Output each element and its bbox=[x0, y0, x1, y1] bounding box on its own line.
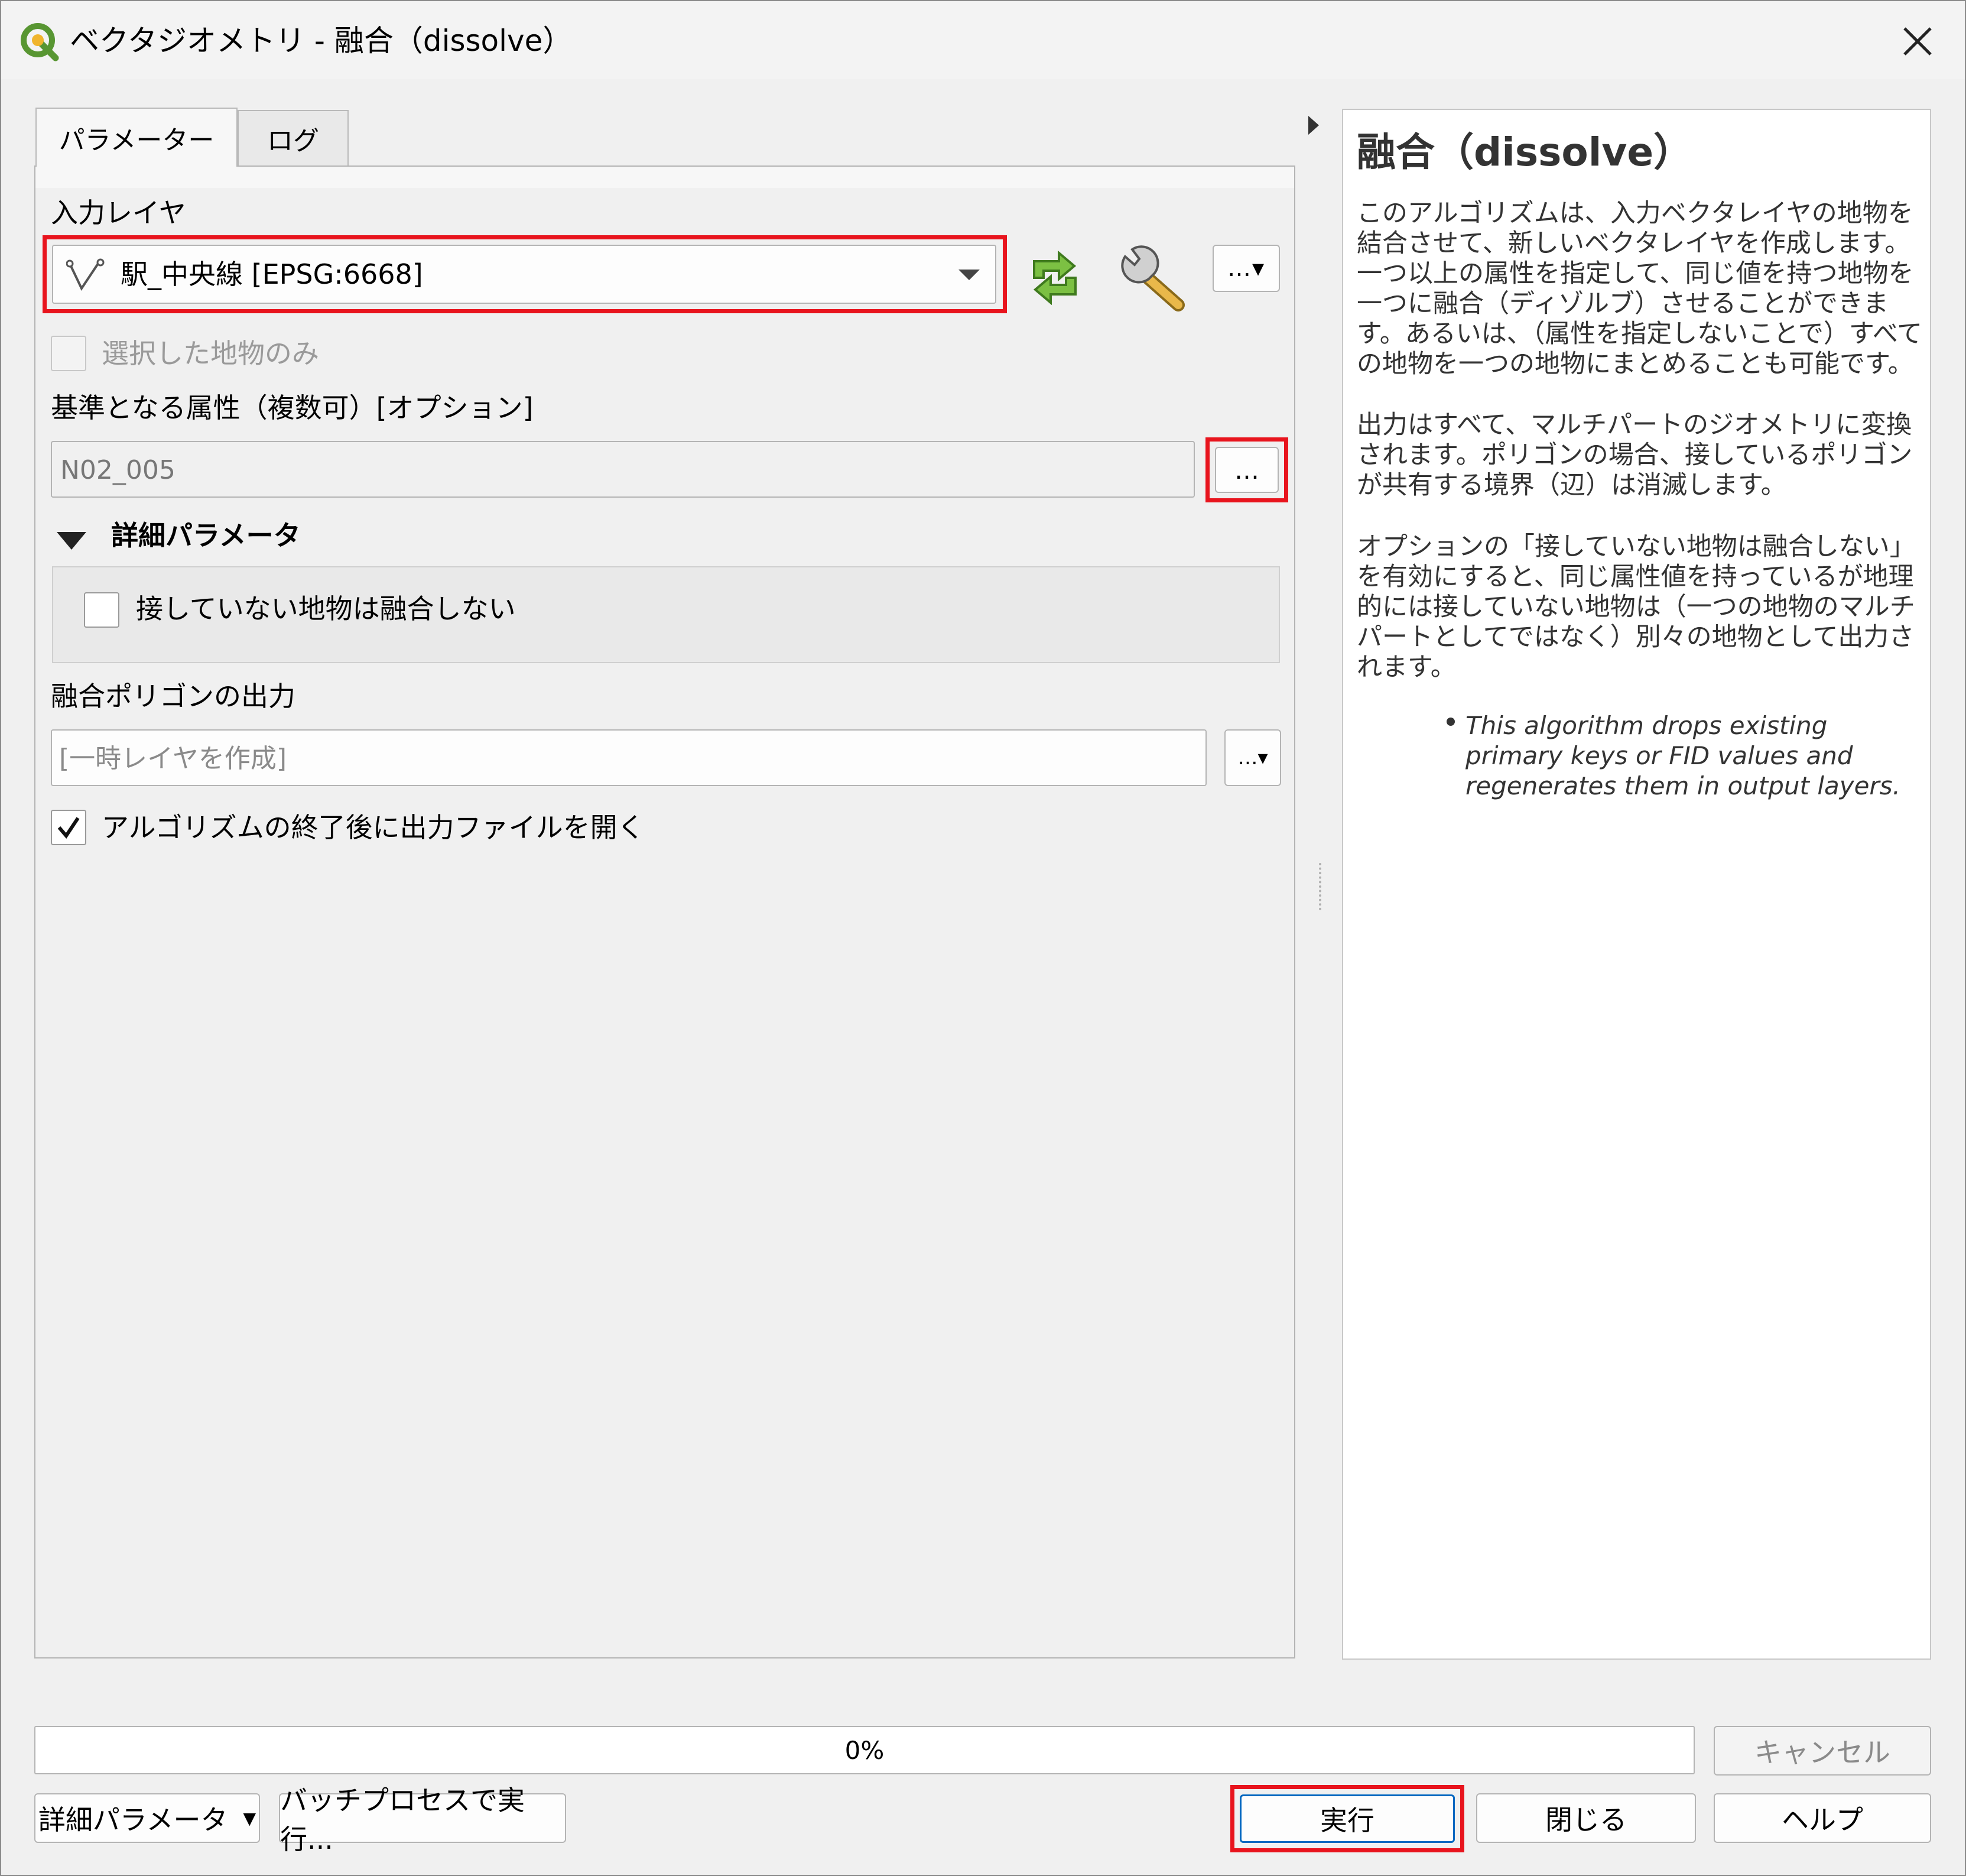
ellipsis-icon: … bbox=[1234, 455, 1259, 485]
input-layer-label: 入力レイヤ bbox=[51, 197, 186, 229]
advanced-menu-label: 詳細パラメータ bbox=[38, 1804, 228, 1836]
bullet-icon bbox=[1447, 718, 1455, 726]
input-layer-value: 駅_中央線 [EPSG:6668] bbox=[121, 258, 423, 290]
keep-disjoint-checkbox[interactable] bbox=[84, 592, 119, 628]
ellipsis-dropdown-icon: …▾ bbox=[1237, 746, 1268, 770]
batch-process-button[interactable]: バッチプロセスで実行... bbox=[279, 1784, 566, 1855]
select-fields-button[interactable]: … bbox=[1215, 447, 1279, 493]
chevron-down-icon: ▼ bbox=[243, 1808, 256, 1828]
help-note: This algorithm drops existing primary ke… bbox=[1465, 711, 1900, 800]
tab-parameters[interactable]: パラメーター bbox=[35, 108, 238, 167]
open-output-checkbox[interactable] bbox=[51, 810, 86, 845]
output-options-button[interactable]: …▾ bbox=[1224, 729, 1281, 786]
selected-only-label: 選択した地物のみ bbox=[102, 337, 319, 369]
output-path-input[interactable]: [一時レイヤを作成] bbox=[51, 729, 1207, 786]
progress-label: 0% bbox=[844, 1735, 885, 1765]
run-button[interactable]: 実行 bbox=[1240, 1794, 1455, 1843]
checkmark-icon bbox=[57, 817, 80, 839]
iterate-over-features-icon[interactable] bbox=[1022, 248, 1087, 307]
advanced-menu-button[interactable]: 詳細パラメータ ▼ bbox=[34, 1793, 260, 1843]
help-button[interactable]: ヘルプ bbox=[1714, 1793, 1931, 1843]
dissolve-fields-label: 基準となる属性（複数可）[オプション] bbox=[51, 392, 534, 424]
dissolve-fields-input[interactable]: N02_005 bbox=[51, 441, 1195, 498]
line-layer-icon bbox=[66, 258, 113, 296]
output-placeholder: [一時レイヤを作成] bbox=[59, 744, 287, 774]
chevron-down-icon bbox=[957, 268, 981, 284]
close-icon bbox=[1903, 27, 1932, 56]
close-dialog-button[interactable]: 閉じる bbox=[1476, 1793, 1696, 1843]
help-paragraph: このアルゴリズムは、入力ベクタレイヤの地物を結合させて、新しいベクタレイヤを作成… bbox=[1357, 199, 1923, 379]
parameters-panel bbox=[34, 165, 1295, 1658]
cancel-button[interactable]: キャンセル bbox=[1714, 1726, 1931, 1776]
tab-log[interactable]: ログ bbox=[238, 110, 349, 165]
open-output-label: アルゴリズムの終了後に出力ファイルを開く bbox=[102, 812, 645, 843]
progress-bar: 0% bbox=[34, 1726, 1695, 1774]
input-layer-combo[interactable]: 駅_中央線 [EPSG:6668] bbox=[52, 245, 996, 304]
qgis-logo-icon bbox=[20, 22, 59, 61]
collapse-help-arrow-icon[interactable] bbox=[1306, 113, 1321, 139]
advanced-section-title[interactable]: 詳細パラメータ bbox=[111, 518, 301, 553]
close-window-button[interactable] bbox=[1891, 18, 1944, 65]
dissolve-fields-value: N02_005 bbox=[60, 455, 176, 485]
selected-only-checkbox[interactable] bbox=[51, 336, 86, 371]
window-title: ベクタジオメトリ - 融合（dissolve） bbox=[70, 24, 573, 58]
wrench-icon[interactable] bbox=[1117, 244, 1188, 314]
output-label: 融合ポリゴンの出力 bbox=[51, 680, 295, 712]
splitter-handle[interactable] bbox=[1319, 863, 1322, 910]
collapse-triangle-icon[interactable] bbox=[56, 531, 87, 553]
input-layer-options-button[interactable]: …▾ bbox=[1213, 245, 1280, 292]
keep-disjoint-label: 接していない地物は融合しない bbox=[136, 593, 516, 625]
help-title: 融合（dissolve） bbox=[1357, 129, 1693, 175]
panel-header-strip bbox=[35, 167, 1294, 188]
help-paragraph: オプションの「接していない地物は融合しない」を有効にすると、同じ属性値を持ってい… bbox=[1357, 532, 1915, 682]
ellipsis-dropdown-icon: …▾ bbox=[1227, 255, 1266, 282]
help-paragraph: 出力はすべて、マルチパートのジオメトリに変換されます。ポリゴンの場合、接している… bbox=[1357, 410, 1913, 500]
